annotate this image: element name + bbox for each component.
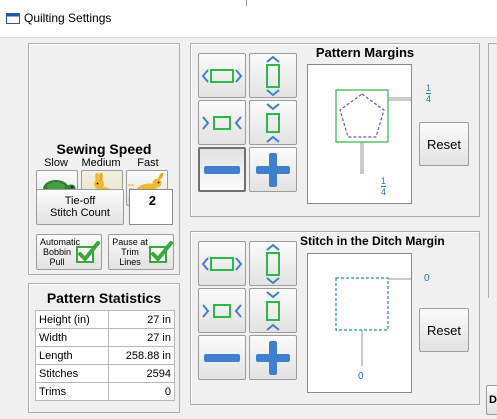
checkmark-icon <box>76 241 100 263</box>
speed-medium-label: Medium <box>81 157 121 169</box>
pattern-statistics-title: Pattern Statistics <box>46 290 162 306</box>
ditch-margin-title: Stitch in the Ditch Margin <box>300 234 445 248</box>
tieoff-count-value: 2 <box>148 193 156 208</box>
table-row: Stitches 2594 <box>35 364 176 383</box>
expand-horizontal-icon <box>201 256 243 271</box>
tieoff-stitch-count-button[interactable]: Tie-off Stitch Count <box>36 189 124 225</box>
window-title: Quilting Settings <box>24 11 112 25</box>
expand-horizontal-icon <box>201 68 243 83</box>
stat-label: Length <box>35 346 109 365</box>
auto-bobbin-text: Automatic Bobbin Pull <box>40 237 81 267</box>
ditch-narrow-vertical-button[interactable] <box>249 288 297 333</box>
minus-icon <box>204 353 240 362</box>
clipped-side-panel <box>488 43 497 298</box>
ditch-margin-bottom-value: 0 <box>358 371 364 382</box>
fraction-denominator: 4 <box>381 187 387 197</box>
pattern-margins-title: Pattern Margins <box>315 45 415 60</box>
minus-icon <box>204 165 240 174</box>
table-row: Width 27 in <box>35 328 176 347</box>
stat-label: Stitches <box>35 364 109 383</box>
automatic-bobbin-pull-toggle[interactable]: Automatic Bobbin Pull <box>36 234 102 270</box>
ditch-margin-reset-button[interactable]: Reset <box>419 308 469 352</box>
stat-value: 27 in <box>107 310 176 329</box>
pattern-margin-bottom-value: 1 4 <box>381 176 387 197</box>
pattern-preview-drawing <box>335 89 411 174</box>
plus-icon <box>256 152 290 187</box>
margin-widen-vertical-button[interactable] <box>249 53 297 98</box>
stat-label: Trims <box>35 382 109 401</box>
pause-trim-line1: Pause at <box>112 237 148 247</box>
window-app-icon <box>6 13 20 24</box>
fraction-numerator: 1 <box>381 176 387 186</box>
stat-value: 0 <box>107 382 176 401</box>
clipped-right-button[interactable]: D <box>486 385 497 415</box>
stat-label: Height (in) <box>35 310 109 329</box>
expand-vertical-icon <box>266 243 280 284</box>
stat-value: 27 in <box>107 328 176 347</box>
fraction-numerator: 1 <box>426 83 432 93</box>
shrink-horizontal-icon <box>202 303 242 318</box>
margin-decrease-button[interactable] <box>198 147 246 192</box>
stat-value: 258.88 in <box>107 346 176 365</box>
margin-narrow-vertical-button[interactable] <box>249 100 297 145</box>
margin-increase-button[interactable] <box>249 147 297 192</box>
pause-trim-line2: Trim <box>121 247 139 257</box>
sewing-speed-title: Sewing Speed <box>56 141 152 157</box>
ditch-decrease-button[interactable] <box>198 335 246 380</box>
tieoff-label-line1: Tie-off <box>64 195 96 207</box>
pattern-margins-reset-button[interactable]: Reset <box>419 122 469 166</box>
margin-widen-horizontal-button[interactable] <box>198 53 246 98</box>
speed-fast-label: Fast <box>137 157 159 169</box>
stat-value: 2594 <box>107 364 176 383</box>
ditch-narrow-horizontal-button[interactable] <box>198 288 246 333</box>
ditch-increase-button[interactable] <box>249 335 297 380</box>
expand-vertical-icon <box>266 55 280 96</box>
reset-label: Reset <box>427 322 461 338</box>
ditch-margin-right-value: 0 <box>424 273 430 284</box>
auto-bobbin-line3: Pull <box>49 257 65 267</box>
auto-bobbin-line2: Bobbin <box>42 247 72 257</box>
plus-icon <box>256 340 290 375</box>
shrink-vertical-icon <box>266 102 280 143</box>
fraction-denominator: 4 <box>426 94 432 104</box>
statistics-table: Height (in) 27 in Width 27 in Length 258… <box>35 310 176 401</box>
stat-label: Width <box>35 328 109 347</box>
title-separator <box>246 0 247 6</box>
shrink-horizontal-icon <box>202 115 242 130</box>
checkmark-icon <box>149 241 173 263</box>
auto-bobbin-line1: Automatic <box>40 237 81 247</box>
ditch-widen-horizontal-button[interactable] <box>198 241 246 286</box>
table-row: Length 258.88 in <box>35 346 176 365</box>
pause-trim-text: Pause at Trim Lines <box>112 237 148 267</box>
shrink-vertical-icon <box>266 290 280 331</box>
margin-narrow-horizontal-button[interactable] <box>198 100 246 145</box>
table-row: Trims 0 <box>35 382 176 401</box>
reset-label: Reset <box>427 136 461 152</box>
speed-slow-label: Slow <box>44 157 68 169</box>
table-row: Height (in) 27 in <box>35 310 176 329</box>
tieoff-count-field[interactable]: 2 <box>129 189 173 225</box>
pause-at-trim-lines-toggle[interactable]: Pause at Trim Lines <box>108 234 174 270</box>
window-titlebar: Quilting Settings <box>0 0 497 38</box>
pattern-margin-right-value: 1 4 <box>426 83 432 104</box>
tieoff-label-line2: Stitch Count <box>50 207 110 219</box>
pattern-margins-preview <box>307 64 412 204</box>
ditch-widen-vertical-button[interactable] <box>249 241 297 286</box>
pause-trim-line3: Lines <box>119 257 141 267</box>
